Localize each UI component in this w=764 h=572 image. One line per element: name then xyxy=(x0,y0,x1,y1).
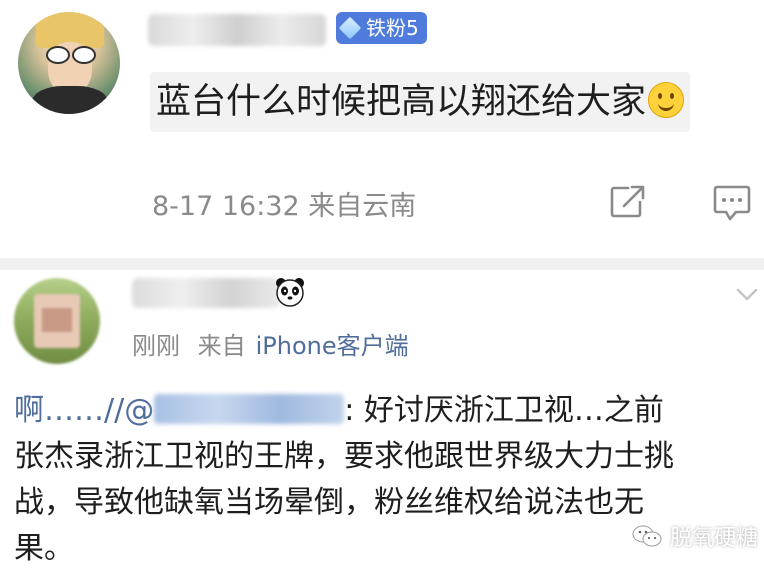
comment-source-prefix: 来自 xyxy=(197,332,246,360)
avatar-photo-shape xyxy=(34,294,80,348)
post-meta: 8-17 16:32 来自云南 xyxy=(152,184,416,223)
watermark-text: 脱氧硬糖 xyxy=(670,526,759,551)
section-divider xyxy=(0,258,764,270)
content-line-2: 张杰录浙江卫视的王牌，要求他跟世界级大力士挑 xyxy=(14,439,674,474)
chevron-down-icon[interactable] xyxy=(736,288,758,302)
comment-icon[interactable] xyxy=(712,184,752,222)
fan-badge-label: 铁粉5 xyxy=(366,16,419,40)
comment-time: 刚刚 xyxy=(132,332,180,360)
user-avatar-2[interactable] xyxy=(14,278,100,364)
content-line-1-text: : 好讨厌浙江卫视…之前 xyxy=(344,393,664,428)
post-timestamp: 8-17 16:32 xyxy=(152,191,300,222)
body-shape xyxy=(32,86,108,114)
post-content: 蓝台什么时候把高以翔还给大家 xyxy=(150,72,691,132)
post-card-1: 铁粉5 蓝台什么时候把高以翔还给大家 8-17 16:32 来自云南 xyxy=(0,0,764,258)
post-content-text: 蓝台什么时候把高以翔还给大家 xyxy=(156,82,647,122)
content-line-1: 啊……//@ : 好讨厌浙江卫视…之前 xyxy=(14,388,754,434)
fan-badge[interactable]: 铁粉5 xyxy=(336,12,427,44)
username-blurred[interactable] xyxy=(148,14,326,46)
mention-username-blurred[interactable] xyxy=(154,394,345,424)
share-icon[interactable] xyxy=(608,184,646,220)
comment-source-app[interactable]: iPhone客户端 xyxy=(256,332,409,360)
wechat-icon xyxy=(632,525,662,547)
post-source: 来自云南 xyxy=(308,191,417,222)
smile-emoji-icon xyxy=(648,82,685,118)
mention-prefix[interactable]: 啊……//@ xyxy=(14,393,154,428)
username-2-blurred[interactable] xyxy=(132,278,280,308)
diamond-icon xyxy=(338,16,362,40)
glasses-shape xyxy=(46,46,96,64)
panda-icon xyxy=(276,278,304,307)
user-avatar[interactable] xyxy=(18,12,120,114)
comment-meta: 刚刚 来自 iPhone客户端 xyxy=(132,326,409,361)
watermark: 脱氧硬糖 xyxy=(632,520,758,552)
